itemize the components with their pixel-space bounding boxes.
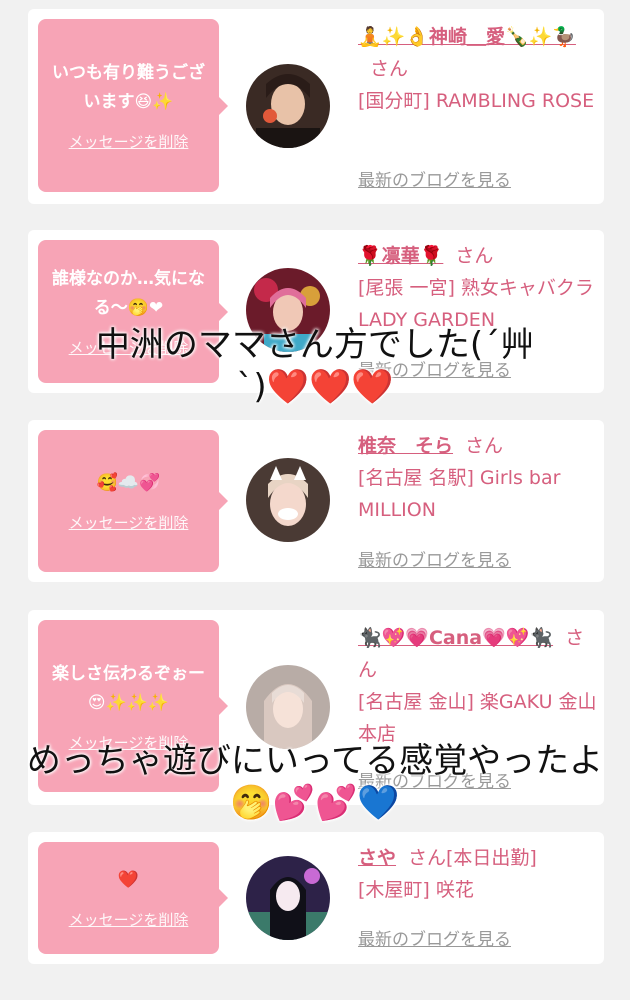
avatar[interactable] — [246, 856, 330, 940]
avatar-photo — [246, 458, 330, 542]
avatar-photo — [246, 64, 330, 148]
avatar[interactable] — [246, 64, 330, 148]
latest-blog-link[interactable]: 最新のブログを見る — [358, 166, 511, 191]
shop-name: [木屋町] 咲花 — [358, 879, 474, 901]
delete-message-link[interactable]: メッセージを削除 — [69, 909, 189, 930]
delete-message-link[interactable]: メッセージを削除 — [69, 512, 189, 533]
user-info: 椎奈 そら さん [名古屋 名駅] Girls bar MILLION — [358, 430, 598, 526]
latest-blog-link[interactable]: 最新のブログを見る — [358, 546, 511, 571]
user-info: 🌹凛華🌹 さん [尾張 一宮] 熟女キャバクラ LADY GARDEN — [358, 240, 598, 336]
user-info: 🐈‍⬛💖💗Cana💗💖🐈‍⬛ さん [名古屋 金山] 楽GAKU 金山本店 — [358, 622, 598, 750]
user-name-link[interactable]: 🌹凛華🌹 — [358, 245, 443, 267]
user-name-link[interactable]: 🐈‍⬛💖💗Cana💗💖🐈‍⬛ — [358, 627, 553, 649]
user-info: 🧘✨👌神崎＿愛🍾✨🦆 さん [国分町] RAMBLING ROSE — [358, 21, 598, 117]
honorific: さん[本日出勤] — [408, 847, 537, 869]
honorific: さん — [455, 245, 494, 267]
honorific: さん — [370, 58, 409, 80]
message-text: 楽しさ伝わるぞぉー😍✨✨✨ — [52, 663, 205, 713]
user-name-link[interactable]: 🧘✨👌神崎＿愛🍾✨🦆 — [358, 26, 576, 48]
message-text: いつも有り難うございます😆✨ — [52, 63, 205, 112]
caption-line: めっちゃ遊びにいってる感覚やったよ — [26, 741, 604, 781]
avatar-photo — [246, 856, 330, 940]
shop-name: [名古屋 金山] 楽GAKU 金山本店 — [358, 691, 597, 745]
message-card: 🥰☁️💞 メッセージを削除 椎奈 そら さん [名古屋 名駅] Girls bar… — [28, 420, 604, 582]
shop-name: [国分町] RAMBLING ROSE — [358, 90, 595, 112]
message-text: 誰様なのか…気になる〜🤭❤ — [52, 269, 205, 318]
user-info: さや さん[本日出勤] [木屋町] 咲花 — [358, 842, 598, 906]
message-bubble: いつも有り難うございます😆✨ メッセージを削除 — [38, 19, 228, 192]
honorific: さん — [465, 435, 504, 457]
caption-line: 中洲のママさん方でした(´艸 — [95, 325, 535, 365]
avatar-photo — [246, 665, 330, 749]
delete-message-link[interactable]: メッセージを削除 — [69, 131, 189, 152]
caption-line: `)❤️❤️❤️ — [0, 366, 630, 408]
user-name-link[interactable]: 椎奈 そら — [358, 435, 453, 457]
hearts-emoji: ❤️❤️❤️ — [266, 367, 394, 407]
message-bubble: 🥰☁️💞 メッセージを削除 — [38, 430, 228, 572]
message-text: ❤️ — [117, 870, 140, 890]
caption-emoji-line: 🤭💕💕💙 — [230, 783, 400, 823]
avatar[interactable] — [246, 665, 330, 749]
latest-blog-link[interactable]: 最新のブログを見る — [358, 925, 511, 950]
message-card: ❤️ メッセージを削除 さや さん[本日出勤] [木屋町] 咲花 最新のブログを見… — [28, 832, 604, 964]
message-card: いつも有り難うございます😆✨ メッセージを削除 🧘✨👌神崎＿愛🍾✨🦆 さん [国分… — [28, 9, 604, 204]
avatar[interactable] — [246, 458, 330, 542]
shop-name: [名古屋 名駅] Girls bar MILLION — [358, 467, 561, 521]
caption-text: `) — [236, 367, 267, 407]
shop-name: [尾張 一宮] 熟女キャバクラ LADY GARDEN — [358, 277, 594, 331]
user-name-link[interactable]: さや — [358, 847, 396, 869]
message-text: 🥰☁️💞 — [96, 473, 161, 493]
message-bubble: ❤️ メッセージを削除 — [38, 842, 228, 954]
overlay-caption-bottom: めっちゃ遊びにいってる感覚やったよ 🤭💕💕💙 — [0, 740, 630, 824]
overlay-caption-top: 中洲のママさん方でした(´艸 `)❤️❤️❤️ — [0, 324, 630, 408]
